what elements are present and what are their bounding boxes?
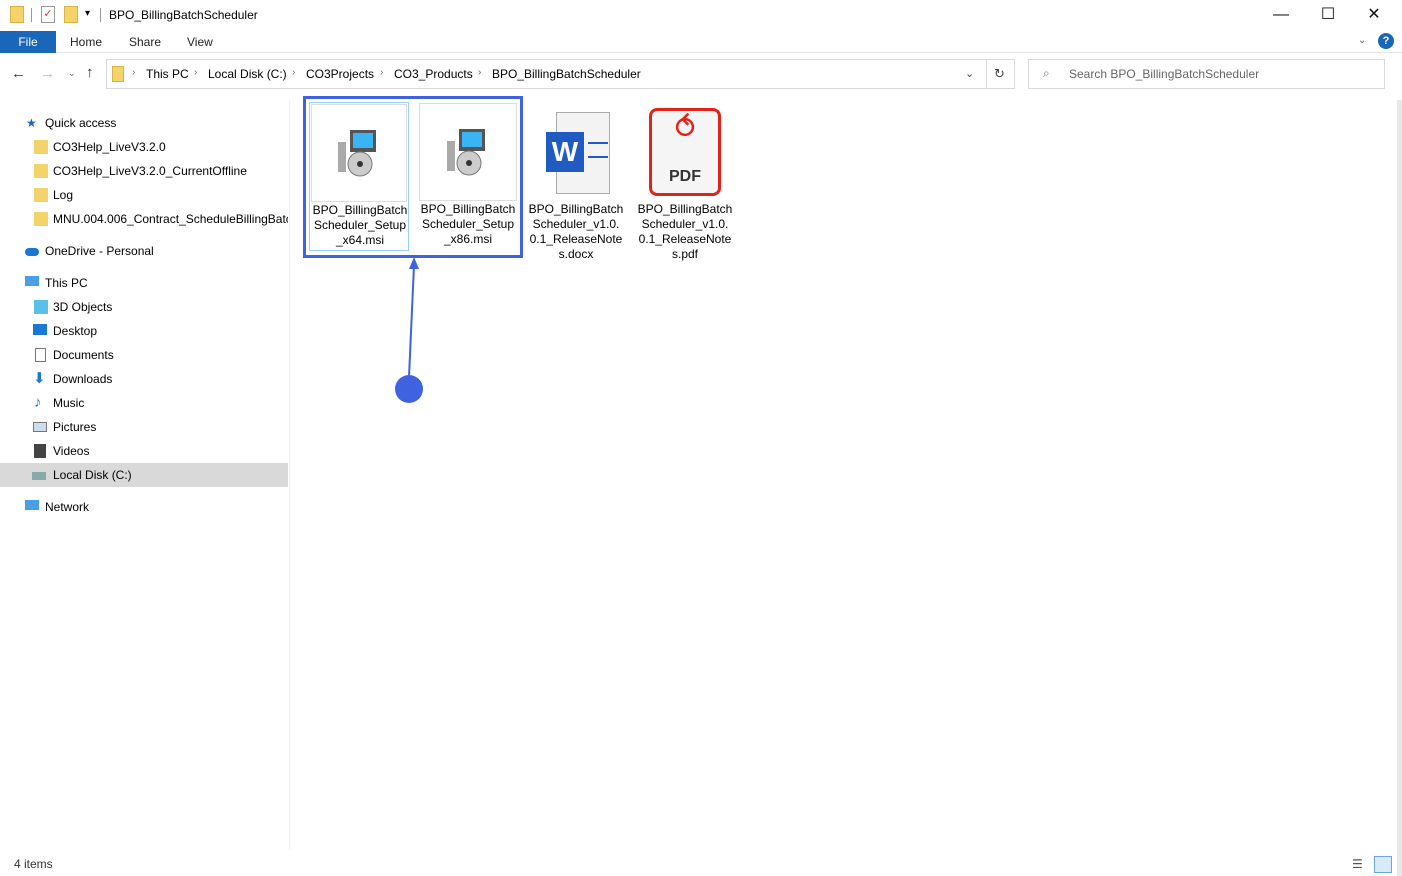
drive-icon <box>32 472 46 480</box>
maximize-button[interactable]: ☐ <box>1305 4 1351 26</box>
file-name: BPO_BillingBatchScheduler_v1.0.0.1_Relea… <box>637 202 733 261</box>
breadcrumb-this-pc[interactable]: This PC <box>146 67 189 81</box>
chevron-right-icon[interactable]: › <box>292 67 295 78</box>
tab-share[interactable]: Share <box>129 31 161 53</box>
chevron-right-icon[interactable]: › <box>380 67 383 78</box>
search-input[interactable]: Search BPO_BillingBatchScheduler <box>1069 67 1259 81</box>
breadcrumb-current[interactable]: BPO_BillingBatchScheduler <box>492 67 641 81</box>
back-button[interactable]: ← <box>11 65 26 82</box>
network-icon <box>25 500 39 510</box>
chevron-right-icon[interactable]: › <box>132 67 135 78</box>
folder-icon <box>34 188 48 202</box>
file-name: BPO_BillingBatchScheduler_v1.0.0.1_Relea… <box>528 202 624 261</box>
sidebar-item-3d-objects[interactable]: 3D Objects <box>0 295 288 319</box>
window-title: BPO_BillingBatchScheduler <box>109 8 258 22</box>
tab-file[interactable]: File <box>0 31 56 53</box>
desktop-icon <box>33 324 47 335</box>
folder-icon <box>10 6 24 23</box>
address-bar[interactable]: › This PC › Local Disk (C:) › CO3Project… <box>106 59 1015 89</box>
divider <box>986 60 987 88</box>
folder-icon <box>112 66 124 82</box>
sidebar-item-onedrive[interactable]: OneDrive - Personal <box>0 239 288 263</box>
new-folder-icon[interactable] <box>64 6 78 23</box>
sidebar-item-pictures[interactable]: Pictures <box>0 415 288 439</box>
sidebar-item-desktop[interactable]: Desktop <box>0 319 288 343</box>
cloud-icon <box>25 248 39 256</box>
close-button[interactable]: ✕ <box>1351 4 1397 26</box>
minimize-button[interactable]: — <box>1258 4 1304 26</box>
sidebar-item-documents[interactable]: Documents <box>0 343 288 367</box>
sidebar-item-this-pc[interactable]: This PC <box>0 271 288 295</box>
folder-icon <box>34 140 48 154</box>
status-item-count: 4 items <box>14 857 53 871</box>
background-window-edge <box>1397 100 1402 876</box>
sidebar-item-local-disk[interactable]: Local Disk (C:) <box>0 463 288 487</box>
recent-locations-button[interactable]: ⌄ <box>68 68 76 79</box>
folder-icon <box>34 212 48 226</box>
sidebar-item-videos[interactable]: Videos <box>0 439 288 463</box>
pdf-icon: ⥀ PDF <box>636 103 734 201</box>
help-icon[interactable]: ? <box>1378 33 1394 49</box>
ribbon: File Home Share View ⌄ ? <box>0 31 1402 53</box>
up-button[interactable]: ↑ <box>86 64 94 81</box>
chevron-right-icon[interactable]: › <box>194 67 197 78</box>
sidebar-item-log[interactable]: Log <box>0 183 288 207</box>
separator <box>100 8 101 22</box>
refresh-icon[interactable]: ↻ <box>994 66 1005 82</box>
file-item-docx[interactable]: W BPO_BillingBatchScheduler_v1.0.0.1_Rel… <box>526 102 626 262</box>
search-box[interactable]: ⌕ Search BPO_BillingBatchScheduler <box>1028 59 1385 89</box>
title-bar: ✓ ▾ BPO_BillingBatchScheduler — ☐ ✕ <box>0 0 1402 30</box>
expand-ribbon-icon[interactable]: ⌄ <box>1358 35 1366 46</box>
sidebar-item-downloads[interactable]: ⬇ Downloads <box>0 367 288 391</box>
sidebar-item-network[interactable]: Network <box>0 495 288 519</box>
sidebar-item-co3help[interactable]: CO3Help_LiveV3.2.0 <box>0 135 288 159</box>
customize-toolbar-icon[interactable]: ▾ <box>85 8 90 19</box>
breadcrumb-co3-products[interactable]: CO3_Products <box>394 67 473 81</box>
computer-icon <box>25 276 39 286</box>
chevron-right-icon[interactable]: › <box>478 67 481 78</box>
word-document-icon: W <box>527 103 625 201</box>
star-icon: ★ <box>26 116 37 130</box>
tab-home[interactable]: Home <box>70 31 102 53</box>
file-item-pdf[interactable]: ⥀ PDF BPO_BillingBatchScheduler_v1.0.0.1… <box>635 102 735 262</box>
sidebar-item-quick-access[interactable]: ★ Quick access <box>0 111 288 135</box>
pictures-icon <box>33 422 47 432</box>
search-icon: ⌕ <box>1043 66 1050 80</box>
forward-button[interactable]: → <box>40 65 55 82</box>
sidebar-item-mnu[interactable]: MNU.004.006_Contract_ScheduleBillingBatc… <box>0 207 288 231</box>
cube-icon <box>34 300 48 314</box>
address-dropdown-icon[interactable]: ⌄ <box>965 67 974 80</box>
separator <box>31 8 32 22</box>
music-icon: ♪ <box>34 394 42 411</box>
sidebar-item-co3help-offline[interactable]: CO3Help_LiveV3.2.0_CurrentOffline <box>0 159 288 183</box>
details-view-button[interactable]: ☰ <box>1352 857 1363 871</box>
documents-icon <box>35 348 46 362</box>
properties-icon[interactable]: ✓ <box>41 6 55 23</box>
folder-icon <box>34 164 48 178</box>
sidebar-item-music[interactable]: ♪ Music <box>0 391 288 415</box>
navigation-pane: ★ Quick access CO3Help_LiveV3.2.0 CO3Help… <box>0 100 290 850</box>
tab-view[interactable]: View <box>187 31 213 53</box>
annotation-arrow <box>395 257 423 403</box>
breadcrumb-co3projects[interactable]: CO3Projects <box>306 67 374 81</box>
download-icon: ⬇ <box>33 370 46 387</box>
videos-icon <box>34 444 46 458</box>
selection-annotation-box <box>303 96 523 258</box>
large-icons-view-button[interactable] <box>1374 856 1392 873</box>
breadcrumb-local-disk[interactable]: Local Disk (C:) <box>208 67 287 81</box>
